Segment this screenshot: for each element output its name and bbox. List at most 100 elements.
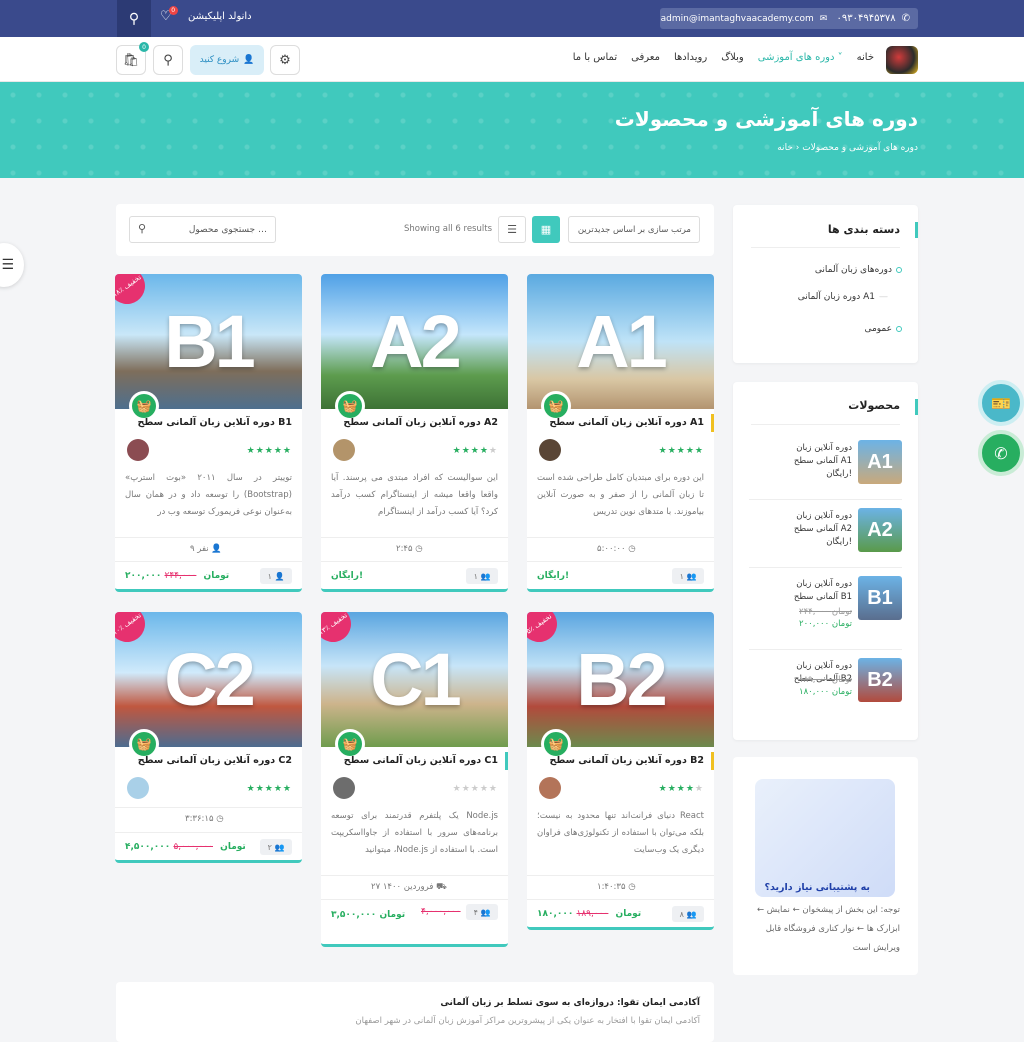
products-widget: محصولات A1 دوره آنلاین زبان آلمانی سطح A… <box>733 382 918 740</box>
divider <box>751 247 900 248</box>
site-logo[interactable] <box>886 46 918 74</box>
students-value: ۱ <box>679 571 684 581</box>
bullet-icon <box>896 326 902 332</box>
about-text: آکادمی ایمان تقوا با افتخار به عنوان یکی… <box>355 1016 700 1026</box>
product-thumbnail[interactable]: A1 <box>858 440 902 484</box>
bullet-icon <box>896 267 902 273</box>
product-price: ۲۴۴,۰۰۰ تومان ۲۰۰,۰۰۰ تومان <box>799 606 852 630</box>
category-item[interactable]: عمومی <box>864 324 902 334</box>
sort-select[interactable]: مرتب سازی بر اساس جدیدترین <box>568 216 700 243</box>
nav-item-home[interactable]: خانه <box>857 52 874 63</box>
basket-icon: 🧺 <box>136 737 152 751</box>
category-item[interactable]: دوره‌های زبان آلمانی <box>815 265 902 275</box>
nav-item-blog[interactable]: وبلاگ <box>721 52 744 63</box>
course-card[interactable]: A1 🧺 دوره آنلاین زبان آلمانی سطح A1 ★★★★… <box>527 274 714 592</box>
divider <box>321 899 508 900</box>
nav-item-about[interactable]: معرفی <box>631 52 660 63</box>
course-image[interactable]: A1 <box>527 274 714 409</box>
avatar <box>539 439 561 461</box>
avatar <box>127 439 149 461</box>
email-contact[interactable]: admin@imantaghvaacademy.com ✉ <box>660 8 828 29</box>
nav-item-courses[interactable]: دوره های آموزشی ˅ <box>758 52 843 63</box>
product-thumbnail[interactable]: A2 <box>858 508 902 552</box>
basket-icon: 🧺 <box>342 399 358 413</box>
course-card[interactable]: A2 🧺 دوره آنلاین زبان آلمانی سطح A2 ★★★★… <box>321 274 508 592</box>
course-title[interactable]: دوره آنلاین زبان آلمانی سطح C1 <box>344 755 498 766</box>
app-download-link[interactable]: دانولد اپلیکیشن <box>188 11 252 22</box>
cart-button[interactable]: 🛍 0 <box>116 42 149 75</box>
course-duration: ۵:۰۰:۰۰ ◷ <box>597 544 636 554</box>
basket-icon: 🧺 <box>548 737 564 751</box>
student-count: ۱ 👤 <box>260 568 292 584</box>
add-user-icon: 👤 <box>243 55 255 65</box>
shop-toolbar: مرتب سازی بر اساس جدیدترین ▦ ☰ Showing a… <box>116 204 714 256</box>
course-date: ۲۷ فروردین ۱۴۰۰ ⛟ <box>371 882 447 893</box>
call-button[interactable]: ✆ <box>978 430 1024 476</box>
categories-widget: دسته بندی ها دوره‌های زبان آلمانی دوره ز… <box>733 205 918 363</box>
price-value: ۱۸۰,۰۰۰ تومان <box>799 687 852 697</box>
course-title[interactable]: دوره آنلاین زبان آلمانی سطح B1 <box>137 417 292 428</box>
product-title[interactable]: دوره آنلاین زبان آلمانی سطح A1 رایگان! <box>772 442 852 481</box>
product-item[interactable]: A1 دوره آنلاین زبان آلمانی سطح A1 رایگان… <box>749 434 902 500</box>
product-title[interactable]: دوره آنلاین زبان آلمانی سطح A2 رایگان! <box>772 510 852 549</box>
product-item[interactable]: A2 دوره آنلاین زبان آلمانی سطح A2 رایگان… <box>749 502 902 568</box>
rating-stars: ★★★★★ <box>658 784 704 794</box>
course-price: ۳,۵۰۰,۰۰۰ تومان <box>331 907 421 923</box>
nav-search-button[interactable]: ⚲ <box>153 45 183 75</box>
price-value: ۲۰۰,۰۰۰ تومان <box>799 619 852 629</box>
avatar <box>539 777 561 799</box>
student-count: ۱ 👥 <box>466 568 498 584</box>
course-card[interactable]: B1 ۱۸٪ تخفیف 🧺 دوره آنلاین زبان آلمانی س… <box>115 274 302 592</box>
settings-button[interactable]: ⚙ <box>270 45 300 75</box>
support-title[interactable]: به پشتیبانی نیاز دارید؟ <box>764 882 870 893</box>
rating-stars: ★★★★★ <box>658 446 704 456</box>
duration-value: ۵:۰۰:۰۰ <box>597 544 626 554</box>
avatar <box>333 777 355 799</box>
side-menu-toggle[interactable]: ☰ <box>0 243 24 287</box>
course-card[interactable]: B2 ۵٪ تخفیف 🧺 دوره آنلاین زبان آلمانی سط… <box>527 612 714 930</box>
product-thumbnail[interactable]: B2 <box>858 658 902 702</box>
category-label: دوره زبان آلمانی A1 <box>797 292 875 302</box>
ticket-button[interactable]: 🎫 <box>978 380 1024 426</box>
page-title: دوره های آموزشی و محصولات <box>614 107 918 131</box>
basket-icon: 🧺 <box>548 399 564 413</box>
course-duration: ۱:۴۰:۳۵ ◷ <box>597 882 636 892</box>
product-search-input[interactable]: جستجوی محصول … ⚲ <box>129 216 276 243</box>
breadcrumb-home[interactable]: خانه <box>777 143 793 153</box>
course-title[interactable]: دوره آنلاین زبان آلمانی سطح A1 <box>549 417 704 428</box>
wishlist-button[interactable]: ♡ 0 <box>160 6 178 24</box>
old-price: ۵,۰۰۰,۰۰۰ <box>173 842 213 852</box>
product-item[interactable]: B2 دوره آنلاین زبان آلمانی سطح B2 ۱۸۹,۰۰… <box>749 652 902 732</box>
start-button[interactable]: شروع کنید 👤 <box>190 45 264 75</box>
course-card[interactable]: C1 ۱۳٪ تخفیف 🧺 دوره آنلاین زبان آلمانی س… <box>321 612 508 947</box>
top-search-button[interactable]: ⚲ <box>117 0 151 37</box>
old-price: ۲۴۴,۰۰۰ تومان <box>799 607 852 617</box>
product-thumbnail[interactable]: B1 <box>858 576 902 620</box>
course-card[interactable]: C2 ۱۰٪ تخفیف 🧺 دوره آنلاین زبان آلمانی س… <box>115 612 302 863</box>
product-title[interactable]: دوره آنلاین زبان آلمانی سطح B1 <box>772 578 852 604</box>
basket-icon: 🧺 <box>136 399 152 413</box>
mail-icon: ✉ <box>819 13 828 24</box>
nav-item-events[interactable]: رویدادها <box>674 52 707 63</box>
about-title: آکادمی ایمان تقوا: دروازه‌ای به سوی تسلط… <box>440 998 700 1008</box>
add-user-icon: 👤 <box>211 544 222 554</box>
phone-contact[interactable]: ۰۹۳۰۴۹۴۵۳۷۸ ✆ <box>818 8 918 29</box>
phone-number: ۰۹۳۰۴۹۴۵۳۷۸ <box>836 13 896 24</box>
card-footer: ۳,۵۰۰,۰۰۰ تومان ۴,۰۰۰,۰۰۰ ۴ 👥 <box>331 904 498 937</box>
grid-view-button[interactable]: ▦ <box>532 216 560 243</box>
sort-label: مرتب سازی بر اساس جدیدترین <box>577 224 691 235</box>
users-icon: 👥 <box>686 909 697 919</box>
nav-item-contact[interactable]: تماس با ما <box>573 52 617 63</box>
course-title[interactable]: دوره آنلاین زبان آلمانی سطح B2 <box>549 755 704 766</box>
course-image[interactable]: A2 <box>321 274 508 409</box>
title-accent <box>711 414 714 432</box>
category-item[interactable]: دوره زبان آلمانی A1 — <box>798 292 888 302</box>
clock-icon: ◷ <box>628 882 636 892</box>
list-view-button[interactable]: ☰ <box>498 216 526 243</box>
rating-stars: ★★★★★ <box>246 446 292 456</box>
course-title[interactable]: دوره آنلاین زبان آلمانی سطح A2 <box>343 417 498 428</box>
course-duration: ۳:۳۶:۱۵ ◷ <box>185 814 224 824</box>
rating-stars: ★★★★★ <box>452 446 498 456</box>
product-item[interactable]: B1 دوره آنلاین زبان آلمانی سطح B1 ۲۴۴,۰۰… <box>749 570 902 650</box>
course-title[interactable]: دوره آنلاین زبان آلمانی سطح C2 <box>138 755 292 766</box>
